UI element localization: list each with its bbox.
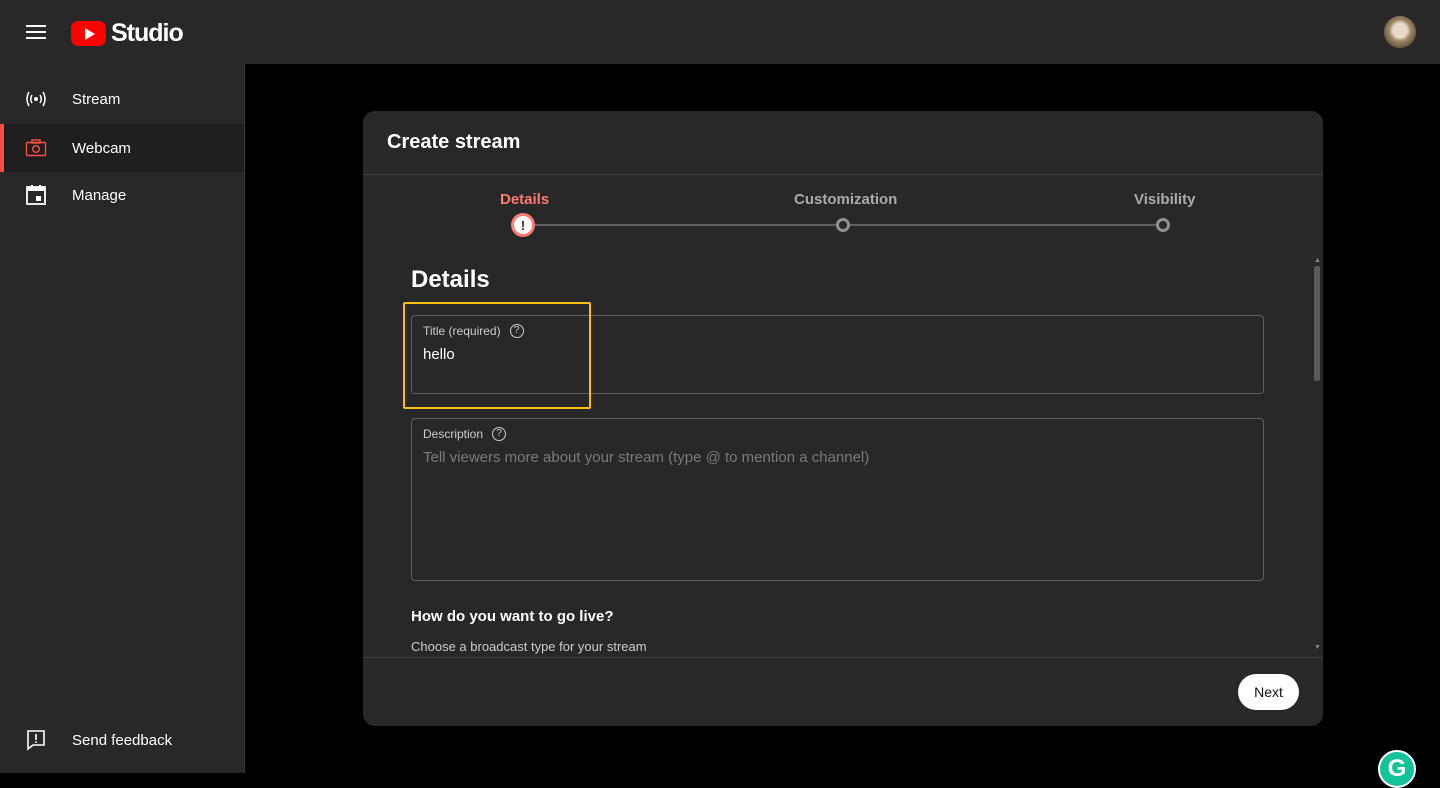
create-stream-dialog: Create stream Details Customization Visi…	[363, 111, 1323, 726]
avatar[interactable]	[1384, 16, 1416, 48]
step-error-icon[interactable]: !	[511, 213, 535, 237]
calendar-icon	[26, 185, 46, 205]
grammarly-icon[interactable]: G	[1378, 750, 1416, 788]
logo-text: Studio	[111, 19, 184, 47]
scroll-up-icon[interactable]: ▲	[1314, 257, 1321, 264]
go-live-subtitle: Choose a broadcast type for your stream	[411, 639, 647, 654]
step-customization[interactable]: Customization	[794, 191, 897, 208]
description-field-label: Description ?	[423, 427, 507, 441]
go-live-heading: How do you want to go live?	[411, 608, 614, 625]
dialog-title: Create stream	[387, 131, 521, 153]
highlight-box	[403, 302, 591, 409]
divider	[363, 657, 1323, 658]
dialog-content[interactable]: Details Title (required) ? hello Descrip…	[363, 256, 1323, 656]
step-dot-visibility[interactable]	[1156, 218, 1170, 232]
menu-icon[interactable]	[26, 23, 46, 41]
broadcast-icon	[26, 91, 46, 107]
section-heading: Details	[411, 266, 490, 293]
top-bar: Studio	[0, 0, 1440, 64]
next-button[interactable]: Next	[1238, 674, 1299, 710]
send-feedback-label: Send feedback	[72, 731, 173, 749]
description-label-text: Description	[423, 427, 484, 441]
feedback-icon	[27, 730, 45, 751]
step-dot-customization[interactable]	[836, 218, 850, 232]
description-field[interactable]: Description ? Tell viewers more about yo…	[411, 418, 1264, 581]
sidebar-item-manage[interactable]: Manage	[0, 171, 244, 219]
scroll-down-icon[interactable]: ▼	[1314, 644, 1321, 651]
sidebar-item-webcam[interactable]: Webcam	[0, 124, 244, 172]
scrollbar-thumb[interactable]	[1314, 266, 1320, 381]
studio-logo[interactable]: Studio	[71, 19, 184, 48]
sidebar-item-label: Webcam	[72, 139, 131, 157]
help-icon[interactable]: ?	[492, 427, 507, 441]
step-details[interactable]: Details	[500, 191, 549, 208]
youtube-logo-icon	[71, 21, 106, 46]
description-input[interactable]: Tell viewers more about your stream (typ…	[423, 449, 869, 466]
sidebar-item-stream[interactable]: Stream	[0, 75, 244, 123]
divider	[363, 174, 1323, 175]
step-visibility[interactable]: Visibility	[1134, 191, 1195, 208]
sidebar-item-label: Manage	[72, 186, 127, 204]
sidebar: Stream Webcam Manage Send feedback	[0, 64, 245, 773]
sidebar-item-label: Stream	[72, 90, 121, 108]
send-feedback-button[interactable]: Send feedback	[0, 716, 244, 764]
camera-icon	[25, 139, 47, 157]
